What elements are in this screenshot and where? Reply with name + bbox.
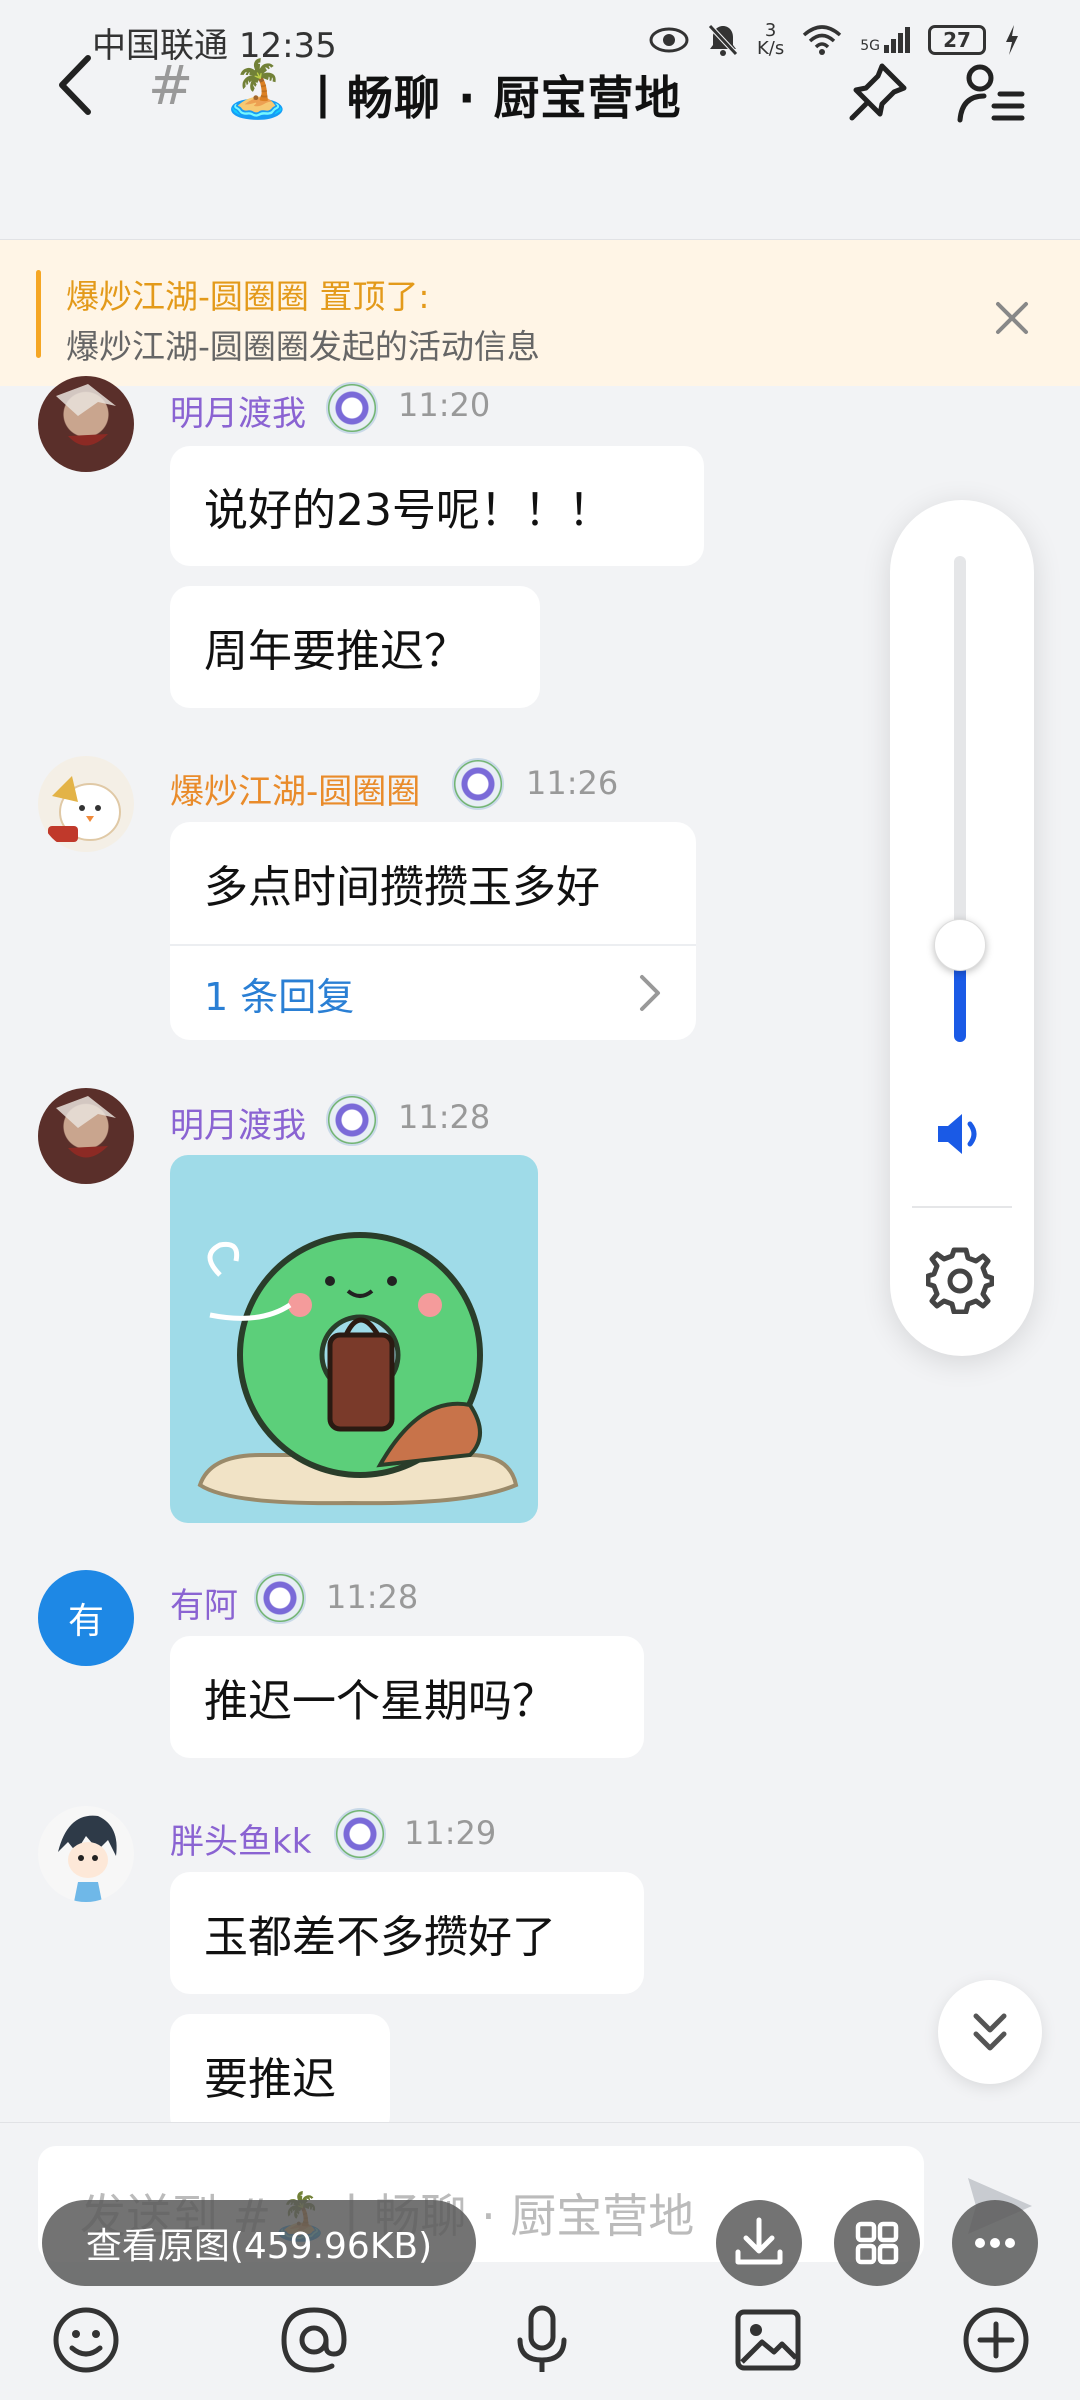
volume-slider-handle[interactable] [934, 919, 986, 971]
message-text: 多点时间攒攒玉多好 [204, 862, 600, 913]
view-original-button[interactable]: 查看原图(459.96KB) [42, 2200, 476, 2286]
member-badge-icon [334, 1808, 386, 1860]
member-badge-icon [326, 382, 378, 434]
plus-icon[interactable] [958, 2302, 1034, 2378]
avatar[interactable] [38, 756, 134, 852]
message-text: 周年要推迟？ [204, 626, 468, 677]
reply-thread-link[interactable]: 1 条回复 [170, 946, 696, 1040]
message-text: 说好的23号呢！！！ [204, 485, 612, 536]
pinned-accent-bar [36, 270, 41, 358]
microphone-icon[interactable] [504, 2302, 580, 2378]
speaker-icon[interactable] [934, 1110, 986, 1158]
bell-muted-icon [708, 24, 738, 56]
message-bubble: 多点时间攒攒玉多好 [170, 822, 696, 946]
message-bubble[interactable]: 周年要推迟？ [170, 586, 540, 708]
image-icon[interactable] [730, 2302, 806, 2378]
channel-hash-icon: # [148, 54, 194, 117]
reply-count: 1 条回复 [204, 974, 355, 1019]
member-badge-icon [254, 1572, 306, 1624]
username[interactable]: 明月渡我 [170, 386, 306, 435]
donut-sticker-icon [197, 1232, 519, 1506]
avatar[interactable]: 有 [38, 1570, 134, 1666]
network-speed: 3 K/s [757, 22, 784, 58]
emoji-icon[interactable] [48, 2302, 124, 2378]
cell-signal-icon: 5G [860, 27, 910, 53]
network-type: 5G [860, 38, 880, 54]
message-text: 玉都差不多攒好了 [204, 1912, 556, 1963]
status-carrier-time: 中国联通 12:35 [92, 18, 337, 67]
mention-icon[interactable] [276, 2302, 352, 2378]
back-arrow-icon[interactable] [48, 50, 108, 120]
member-badge-icon [452, 758, 504, 810]
username[interactable]: 胖头鱼kk [170, 1814, 311, 1863]
avatar[interactable] [38, 1806, 134, 1902]
pin-icon[interactable] [846, 60, 910, 124]
message-bubble[interactable]: 说好的23号呢！！！ [170, 446, 704, 566]
avatar-initial: 有 [67, 1601, 104, 1642]
members-icon[interactable] [956, 62, 1026, 126]
chevron-right-icon [640, 975, 660, 1011]
double-chevron-down-icon [973, 2013, 1007, 2051]
message-time: 11:20 [398, 386, 491, 424]
pinned-title: 爆炒江湖-圆圈圈 置顶了: [66, 277, 430, 316]
pinned-text: 爆炒江湖-圆圈圈发起的活动信息 [66, 327, 540, 366]
message-bubble[interactable]: 要推迟 [170, 2014, 390, 2136]
avatar[interactable] [38, 376, 134, 472]
gear-icon[interactable] [926, 1246, 994, 1314]
download-icon [735, 2217, 783, 2265]
member-badge-icon [326, 1094, 378, 1146]
wifi-icon [803, 25, 842, 55]
sticker-image[interactable] [170, 1155, 538, 1523]
username[interactable]: 爆炒江湖-圆圈圈 [170, 764, 420, 813]
speed-unit: K/s [756, 38, 785, 59]
battery-icon: 27 [928, 25, 986, 55]
message-with-replies[interactable]: 多点时间攒攒玉多好 1 条回复 [170, 822, 696, 1040]
close-icon[interactable] [990, 296, 1034, 340]
view-original-label: 查看原图(459.96KB) [85, 2226, 433, 2267]
more-dots-icon [975, 2238, 1015, 2248]
avatar-character-icon [58, 1815, 117, 1902]
message-time: 11:29 [404, 1814, 497, 1852]
username[interactable]: 有阿 [170, 1578, 238, 1627]
username[interactable]: 明月渡我 [170, 1098, 306, 1147]
download-button[interactable] [716, 2200, 802, 2286]
more-options-button[interactable] [952, 2200, 1038, 2286]
battery-level: 27 [943, 28, 971, 52]
channel-emoji: 🏝️ [222, 57, 292, 122]
avatar[interactable] [38, 1088, 134, 1184]
message-text: 推迟一个星期吗？ [204, 1676, 556, 1727]
message-bubble[interactable]: 玉都差不多攒好了 [170, 1872, 644, 1994]
status-icons: 3 K/s 5G 27 [649, 16, 1020, 64]
scroll-to-bottom-button[interactable] [938, 1980, 1042, 2084]
grid-view-button[interactable] [834, 2200, 920, 2286]
message-time: 11:28 [398, 1098, 491, 1136]
eye-icon [649, 27, 689, 53]
message-text: 要推迟 [204, 2054, 336, 2105]
channel-title[interactable]: 丨畅聊 · 厨宝营地 [300, 62, 682, 128]
charging-icon [1006, 25, 1018, 55]
grid-icon [855, 2221, 899, 2265]
avatar-portrait-icon [56, 1096, 116, 1158]
volume-divider [912, 1206, 1012, 1208]
avatar-chicken-icon [48, 776, 121, 842]
message-time: 11:26 [526, 764, 619, 802]
message-bubble[interactable]: 推迟一个星期吗？ [170, 1636, 644, 1758]
message-time: 11:28 [326, 1578, 419, 1616]
avatar-portrait-icon [56, 384, 116, 446]
